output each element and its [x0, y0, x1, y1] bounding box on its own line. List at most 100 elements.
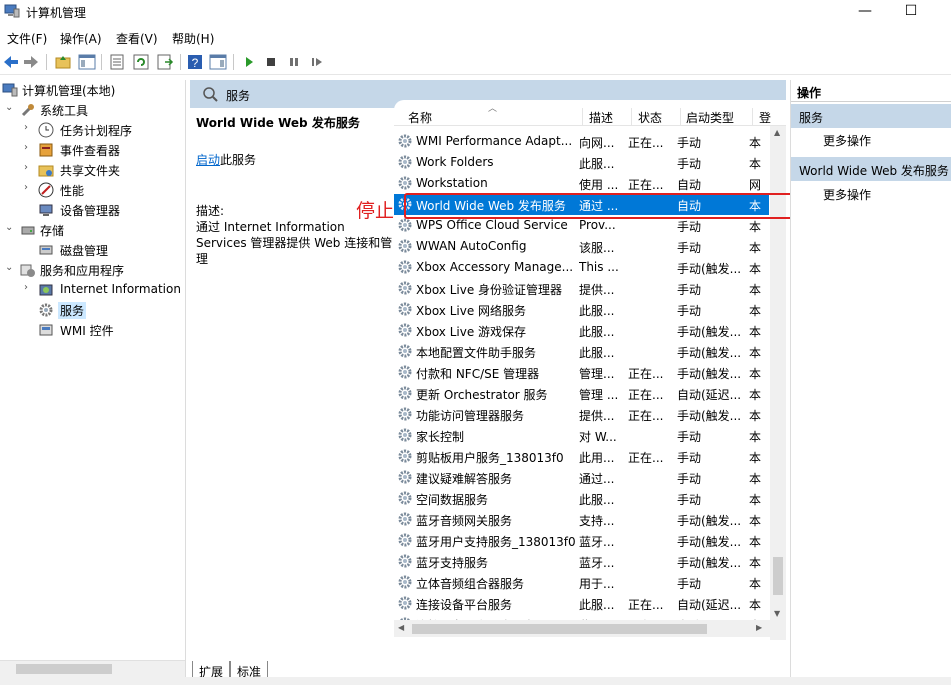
shared-folder-icon [38, 165, 54, 177]
service-row[interactable]: 功能访问管理器服务 提供... 正在... 手动(触发... 本 [394, 404, 769, 425]
service-name: 更新 Orchestrator 服务 [416, 388, 548, 402]
tree-scroll-thumb[interactable] [16, 664, 112, 674]
service-row[interactable]: 立体音频组合器服务 用于... 手动 本 [394, 572, 769, 593]
refresh-icon[interactable] [132, 53, 150, 71]
service-row[interactable]: Work Folders 此服... 手动 本 [394, 152, 769, 173]
service-gear-icon [398, 407, 412, 421]
chevron-right-icon[interactable]: › [24, 182, 34, 193]
service-name: 建议疑难解答服务 [416, 472, 513, 486]
more-actions-link[interactable]: 更多操作 [823, 132, 871, 149]
scroll-up-icon[interactable]: ▲ [774, 128, 780, 137]
service-row[interactable]: WWAN AutoConfig 该服... 手动 本 [394, 236, 769, 257]
service-description: 蓝牙... [579, 556, 615, 570]
menu-help[interactable]: 帮助(H) [172, 30, 214, 47]
service-row[interactable]: 本地配置文件助手服务 此服... 手动(触发... 本 [394, 341, 769, 362]
tree-item-storage[interactable]: ⌄ 存储 [0, 220, 185, 240]
maximize-button[interactable]: ☐ [888, 0, 934, 24]
minimize-button[interactable]: — [842, 0, 888, 24]
service-startup-type: 手动 [677, 493, 702, 507]
tree-item-services[interactable]: 服务 [0, 300, 185, 320]
service-gear-icon [398, 239, 412, 253]
service-row[interactable]: Xbox Accessory Manage... This ... 手动(触发...… [394, 257, 769, 278]
scroll-left-icon[interactable]: ◀ [398, 623, 404, 632]
up-folder-icon[interactable] [54, 53, 72, 71]
tree-item-system-tools[interactable]: ⌄ 系统工具 [0, 100, 185, 120]
service-row[interactable]: 付款和 NFC/SE 管理器 管理... 正在... 手动(触发... 本 [394, 362, 769, 383]
service-row[interactable]: 建议疑难解答服务 通过... 手动 本 [394, 467, 769, 488]
forward-icon[interactable] [22, 53, 40, 71]
menu-action[interactable]: 操作(A) [60, 30, 102, 47]
start-service-link[interactable]: 启动 [196, 153, 220, 167]
service-status: 正在... [628, 178, 664, 192]
list-horizontal-scrollbar[interactable]: ◀ ▶ [394, 620, 770, 637]
column-logon-as[interactable]: 登 [759, 109, 771, 126]
service-row[interactable]: Xbox Live 网络服务 此服... 手动 本 [394, 299, 769, 320]
service-row[interactable]: Xbox Live 游戏保存 此服... 手动(触发... 本 [394, 320, 769, 341]
back-icon[interactable] [2, 53, 20, 71]
column-status[interactable]: 状态 [638, 109, 662, 126]
service-row[interactable]: 蓝牙支持服务 蓝牙... 手动(触发... 本 [394, 551, 769, 572]
tree-item-services-and-applications[interactable]: ⌄ 服务和应用程序 [0, 260, 185, 280]
service-row[interactable]: 空间数据服务 此服... 手动 本 [394, 488, 769, 509]
service-startup-type: 手动(触发... [677, 262, 742, 276]
tree-item-performance[interactable]: › 性能 [0, 180, 185, 200]
tree-item-iis[interactable]: › Internet Information Services [0, 280, 185, 300]
tree-horizontal-scrollbar[interactable] [0, 660, 185, 677]
menu-view[interactable]: 查看(V) [116, 30, 158, 47]
column-startup-type[interactable]: 启动类型 [686, 109, 734, 126]
restart-service-icon[interactable] [308, 53, 326, 71]
service-gear-icon [398, 176, 412, 190]
service-row[interactable]: 蓝牙用户支持服务_138013f0 蓝牙... 手动(触发... 本 [394, 530, 769, 551]
chevron-down-icon[interactable]: ⌄ [5, 222, 15, 233]
start-service-icon[interactable] [240, 53, 258, 71]
tree-item-device-manager[interactable]: 设备管理器 [0, 200, 185, 220]
help-icon[interactable]: ? [186, 53, 204, 71]
service-row[interactable]: Xbox Live 身份验证管理器 提供... 手动 本 [394, 278, 769, 299]
export-list-icon[interactable] [156, 53, 174, 71]
chevron-right-icon[interactable]: › [24, 282, 34, 293]
service-startup-type: 手动 [677, 577, 702, 591]
chevron-right-icon[interactable]: › [24, 122, 34, 133]
service-row[interactable]: Workstation 使用 ... 正在... 自动 网 [394, 173, 769, 194]
tree-item-disk-management[interactable]: 磁盘管理 [0, 240, 185, 260]
column-name[interactable]: 名称 [408, 109, 432, 126]
service-description: 此服... [579, 304, 615, 318]
actions-section-services[interactable]: 服务 [791, 104, 951, 128]
tree-item-computer-management[interactable]: 计算机管理(本地) [0, 80, 185, 100]
tree-item-shared-folders[interactable]: › 共享文件夹 [0, 160, 185, 180]
scroll-down-icon[interactable]: ▼ [774, 609, 780, 618]
service-row[interactable]: WMI Performance Adapt... 向网... 正在... 手动 本 [394, 131, 769, 152]
actions-pane: 操作 服务 更多操作 World Wide Web 发布服务 更多操作 [790, 80, 951, 677]
actions-section-www[interactable]: World Wide Web 发布服务 [791, 157, 951, 181]
service-startup-type: 手动(触发... [677, 514, 742, 528]
service-row[interactable]: 家长控制 对 W... 手动 本 [394, 425, 769, 446]
chevron-down-icon[interactable]: ⌄ [5, 262, 15, 273]
tree-item-wmi-control[interactable]: WMI 控件 [0, 320, 185, 340]
horizontal-scroll-thumb[interactable] [412, 624, 707, 634]
service-name: 立体音频组合器服务 [416, 577, 525, 591]
chevron-right-icon[interactable]: › [24, 162, 34, 173]
column-description[interactable]: 描述 [589, 109, 613, 126]
properties-icon[interactable] [108, 53, 126, 71]
pause-service-icon[interactable] [285, 53, 303, 71]
show-hide-tree-icon[interactable] [78, 53, 96, 71]
stop-service-icon[interactable] [262, 53, 280, 71]
services-panel: 服务 World Wide Web 发布服务 启动此服务 描述: 通过 Inte… [190, 80, 786, 680]
scroll-right-icon[interactable]: ▶ [756, 623, 762, 632]
vertical-scroll-thumb[interactable] [773, 557, 783, 595]
menu-file[interactable]: 文件(F) [7, 30, 47, 47]
service-description: 管理... [579, 367, 615, 381]
tree-item-event-viewer[interactable]: › 事件查看器 [0, 140, 185, 160]
show-action-pane-icon[interactable] [209, 53, 227, 71]
tree-item-task-scheduler[interactable]: › 任务计划程序 [0, 120, 185, 140]
service-row[interactable]: 蓝牙音频网关服务 支持... 手动(触发... 本 [394, 509, 769, 530]
service-row[interactable]: 连接设备平台服务 此服... 正在... 自动(延迟... 本 [394, 593, 769, 614]
more-actions-link[interactable]: 更多操作 [823, 186, 871, 203]
service-row[interactable]: 剪贴板用户服务_138013f0 此用... 正在... 手动 本 [394, 446, 769, 467]
service-startup-type: 手动(触发... [677, 367, 742, 381]
svg-text:?: ? [192, 56, 199, 70]
service-logon-as: 本 [749, 346, 762, 360]
chevron-down-icon[interactable]: ⌄ [5, 102, 15, 113]
service-row[interactable]: 更新 Orchestrator 服务 管理 ... 正在... 自动(延迟... 本 [394, 383, 769, 404]
chevron-right-icon[interactable]: › [24, 142, 34, 153]
